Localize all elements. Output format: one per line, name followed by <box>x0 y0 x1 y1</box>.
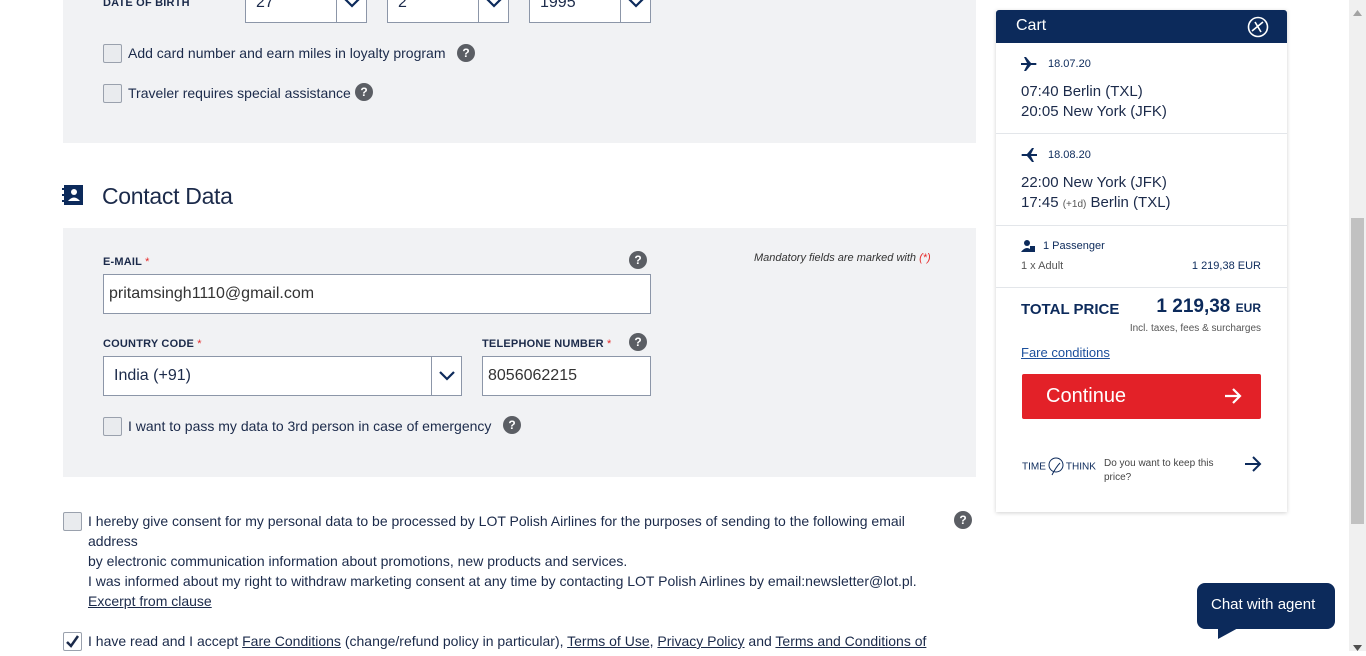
scroll-up-icon[interactable] <box>1353 3 1362 21</box>
dob-day-select[interactable]: 27 <box>245 0 367 23</box>
email-label: E-MAIL * <box>103 256 150 268</box>
page-title: Contact Data <box>102 183 233 209</box>
dob-month-value: 2 <box>398 0 407 11</box>
privacy-policy-link[interactable]: Privacy Policy <box>657 633 744 649</box>
pax-price: 1 219,38 EUR <box>1191 260 1261 272</box>
outbound-date: 18.07.20 <box>1048 58 1091 70</box>
excerpt-link[interactable]: Excerpt from clause <box>88 591 212 611</box>
terms-conditions-link[interactable]: Terms and Conditions of <box>775 633 926 649</box>
chevron-down-icon <box>431 357 461 395</box>
assistance-checkbox[interactable] <box>103 84 122 103</box>
phone-label: TELEPHONE NUMBER * <box>482 338 612 350</box>
continue-button[interactable]: Continue <box>1022 374 1261 419</box>
email-value: pritamsingh1110@gmail.com <box>109 285 315 302</box>
contact-card-icon <box>62 185 83 210</box>
return-arrival: 17:45 (+1d) Berlin (TXL) <box>1021 194 1171 211</box>
emergency-checkbox[interactable] <box>103 417 122 436</box>
traveler-panel <box>63 0 976 143</box>
arrow-right-icon[interactable] <box>1244 456 1262 477</box>
time2think-icon <box>1048 457 1064 476</box>
mandatory-note: Mandatory fields are marked with (*) <box>754 252 931 264</box>
accept-terms-text: I have read and I accept Fare Conditions… <box>88 633 927 649</box>
phone-value: 8056062215 <box>488 367 577 384</box>
total-price-label: TOTAL PRICE <box>1021 301 1120 318</box>
help-icon[interactable]: ? <box>457 44 475 62</box>
phone-field[interactable]: 8056062215 <box>482 356 651 396</box>
help-icon[interactable]: ? <box>355 83 373 101</box>
checkmark-icon <box>66 635 80 648</box>
emergency-label: I want to pass my data to 3rd person in … <box>128 418 492 434</box>
pax-type: 1 x Adult <box>1021 260 1064 272</box>
cart-panel: Cart 18.07.20 07:40 Berlin (TXL) 20:05 N… <box>996 10 1287 512</box>
cart-header: Cart <box>996 10 1287 43</box>
dob-year-select[interactable]: 1995 <box>529 0 651 23</box>
country-code-select[interactable]: India (+91) <box>103 356 462 396</box>
assistance-label: Traveler requires special assistance <box>128 85 351 101</box>
chevron-down-icon <box>336 0 366 22</box>
dob-month-select[interactable]: 2 <box>387 0 509 23</box>
plane-departure-icon <box>1021 57 1037 76</box>
time2think-logo[interactable]: TIME THINK <box>1022 457 1096 477</box>
marketing-consent-checkbox[interactable] <box>63 512 82 531</box>
help-icon[interactable]: ? <box>503 416 521 434</box>
return-date: 18.08.20 <box>1048 149 1091 161</box>
passenger-icon <box>1021 239 1035 257</box>
chevron-down-icon <box>478 0 508 22</box>
total-price-value: 1 219,38 EUR <box>1156 296 1261 317</box>
fare-conditions-link[interactable]: Fare Conditions <box>242 633 341 649</box>
chat-label: Chat with agent <box>1211 596 1316 613</box>
chat-bubble-tail <box>1218 627 1240 639</box>
help-icon[interactable]: ? <box>629 251 647 269</box>
terms-of-use-link[interactable]: Terms of Use <box>567 633 649 649</box>
dob-label: DATE OF BIRTH <box>103 0 190 9</box>
passenger-summary: 1 Passenger 1 x Adult 1 219,38 EUR <box>996 226 1287 288</box>
accept-terms-checkbox[interactable] <box>63 632 82 651</box>
total-price-note: Incl. taxes, fees & surcharges <box>1129 323 1261 334</box>
email-field[interactable]: pritamsingh1110@gmail.com <box>103 274 651 314</box>
loyalty-checkbox[interactable] <box>103 44 122 63</box>
country-code-label: COUNTRY CODE * <box>103 338 202 350</box>
arrow-right-icon <box>1223 386 1243 411</box>
country-code-value: India (+91) <box>114 367 191 384</box>
chevron-down-icon <box>620 0 650 22</box>
marketing-consent-text: I hereby give consent for my personal da… <box>88 513 917 589</box>
outbound-departure: 07:40 Berlin (TXL) <box>1021 83 1143 100</box>
scroll-down-icon[interactable] <box>1353 638 1362 656</box>
return-departure: 22:00 New York (JFK) <box>1021 174 1167 191</box>
plane-return-icon <box>1021 148 1037 167</box>
passenger-count: 1 Passenger <box>1043 240 1105 252</box>
outbound-flight: 18.07.20 07:40 Berlin (TXL) 20:05 New Yo… <box>996 43 1287 134</box>
lot-logo-icon <box>1247 16 1269 43</box>
dob-day-value: 27 <box>256 0 274 11</box>
keep-price-text: Do you want to keep this price? <box>1104 458 1214 483</box>
outbound-arrival: 20:05 New York (JFK) <box>1021 103 1167 120</box>
fare-conditions-link[interactable]: Fare conditions <box>1021 345 1110 360</box>
help-icon[interactable]: ? <box>954 511 972 529</box>
loyalty-label: Add card number and earn miles in loyalt… <box>128 45 446 61</box>
return-flight: 18.08.20 22:00 New York (JFK) 17:45 (+1d… <box>996 134 1287 226</box>
continue-label: Continue <box>1046 385 1127 407</box>
chat-with-agent-button[interactable]: Chat with agent <box>1197 583 1335 629</box>
help-icon[interactable]: ? <box>629 333 647 351</box>
scrollbar-thumb[interactable] <box>1351 218 1364 524</box>
dob-year-value: 1995 <box>540 0 576 11</box>
contact-panel <box>63 228 976 477</box>
cart-title: Cart <box>1016 17 1047 34</box>
